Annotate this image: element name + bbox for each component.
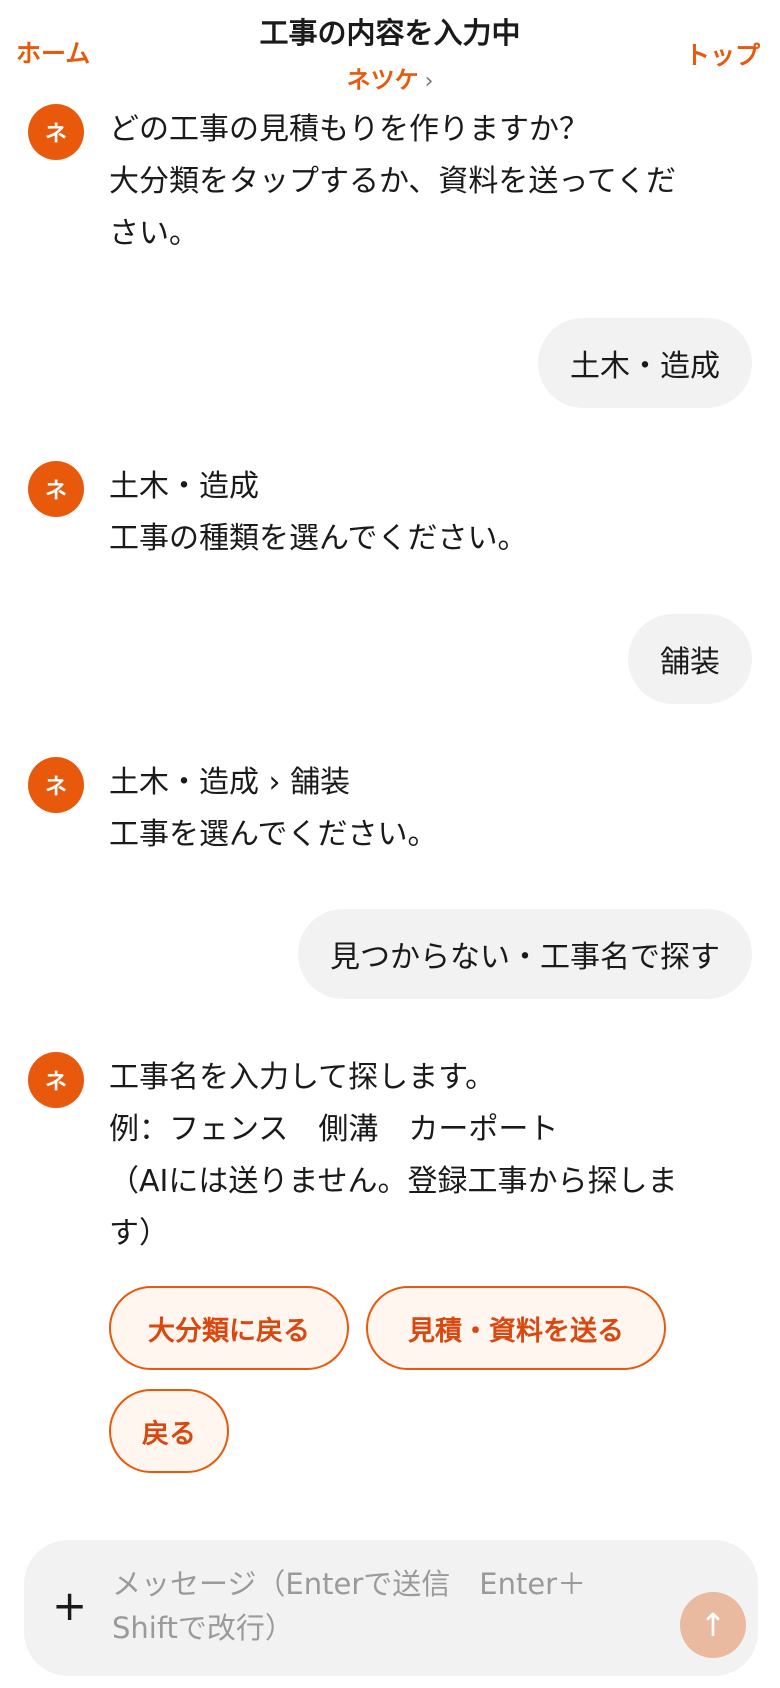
message-line: 例：フェンス 側溝 カーポート: [109, 1112, 559, 1147]
placeholder-line: メッセージ（Enterで送信 Enter＋: [112, 1567, 587, 1601]
message-line: どの工事の見積もりを作りますか？: [109, 112, 589, 147]
message-line: 土木・造成 › 舗装: [109, 765, 351, 800]
assistant-name-link[interactable]: ネツケ ›: [0, 60, 780, 95]
arrow-up-icon: ↑: [699, 1606, 727, 1644]
back-to-category-button[interactable]: 大分類に戻る: [109, 1286, 349, 1370]
send-button[interactable]: ↑: [680, 1592, 746, 1658]
assistant-avatar: ネ: [28, 1052, 84, 1108]
assistant-avatar: ネ: [28, 461, 84, 517]
assistant-message: 土木・造成 › 舗装 工事を選んでください。: [109, 757, 729, 861]
assistant-message: 土木・造成 工事の種類を選んでください。: [109, 461, 729, 565]
assistant-message: 工事名を入力して探します。 例：フェンス 側溝 カーポート （AIには送りません…: [109, 1052, 729, 1260]
page-title: 工事の内容を入力中: [259, 16, 521, 50]
message-line: 土木・造成: [109, 469, 259, 504]
message-line: 工事名を入力して探します。: [109, 1060, 496, 1095]
message-input[interactable]: メッセージ（Enterで送信 Enter＋ Shiftで改行）: [112, 1562, 632, 1650]
message-line: （AIには送りません。登録工事から探しま: [109, 1164, 678, 1199]
app-header: ホーム 工事の内容を入力中 ネツケ › トップ: [0, 0, 780, 110]
send-materials-button[interactable]: 見積・資料を送る: [366, 1286, 666, 1370]
message-line: す）: [109, 1216, 169, 1251]
plus-icon[interactable]: +: [52, 1580, 87, 1632]
user-message: 舗装: [628, 614, 752, 704]
back-button[interactable]: 戻る: [109, 1389, 229, 1473]
placeholder-line: Shiftで改行）: [112, 1611, 294, 1645]
chevron-right-icon: ›: [424, 69, 434, 94]
message-line: さい。: [109, 216, 199, 251]
assistant-name: ネツケ: [346, 66, 419, 94]
message-line: 工事の種類を選んでください。: [109, 521, 528, 556]
message-line: 大分類をタップするか、資料を送ってくだ: [109, 164, 676, 199]
assistant-avatar: ネ: [28, 104, 84, 160]
message-composer[interactable]: + メッセージ（Enterで送信 Enter＋ Shiftで改行） ↑: [24, 1540, 758, 1676]
top-link[interactable]: トップ: [685, 36, 760, 72]
assistant-avatar: ネ: [28, 757, 84, 813]
message-line: 工事を選んでください。: [109, 817, 438, 852]
user-message: 見つからない・工事名で探す: [298, 909, 752, 999]
assistant-message: どの工事の見積もりを作りますか？ 大分類をタップするか、資料を送ってくだ さい。: [109, 104, 729, 260]
user-message: 土木・造成: [538, 318, 752, 408]
